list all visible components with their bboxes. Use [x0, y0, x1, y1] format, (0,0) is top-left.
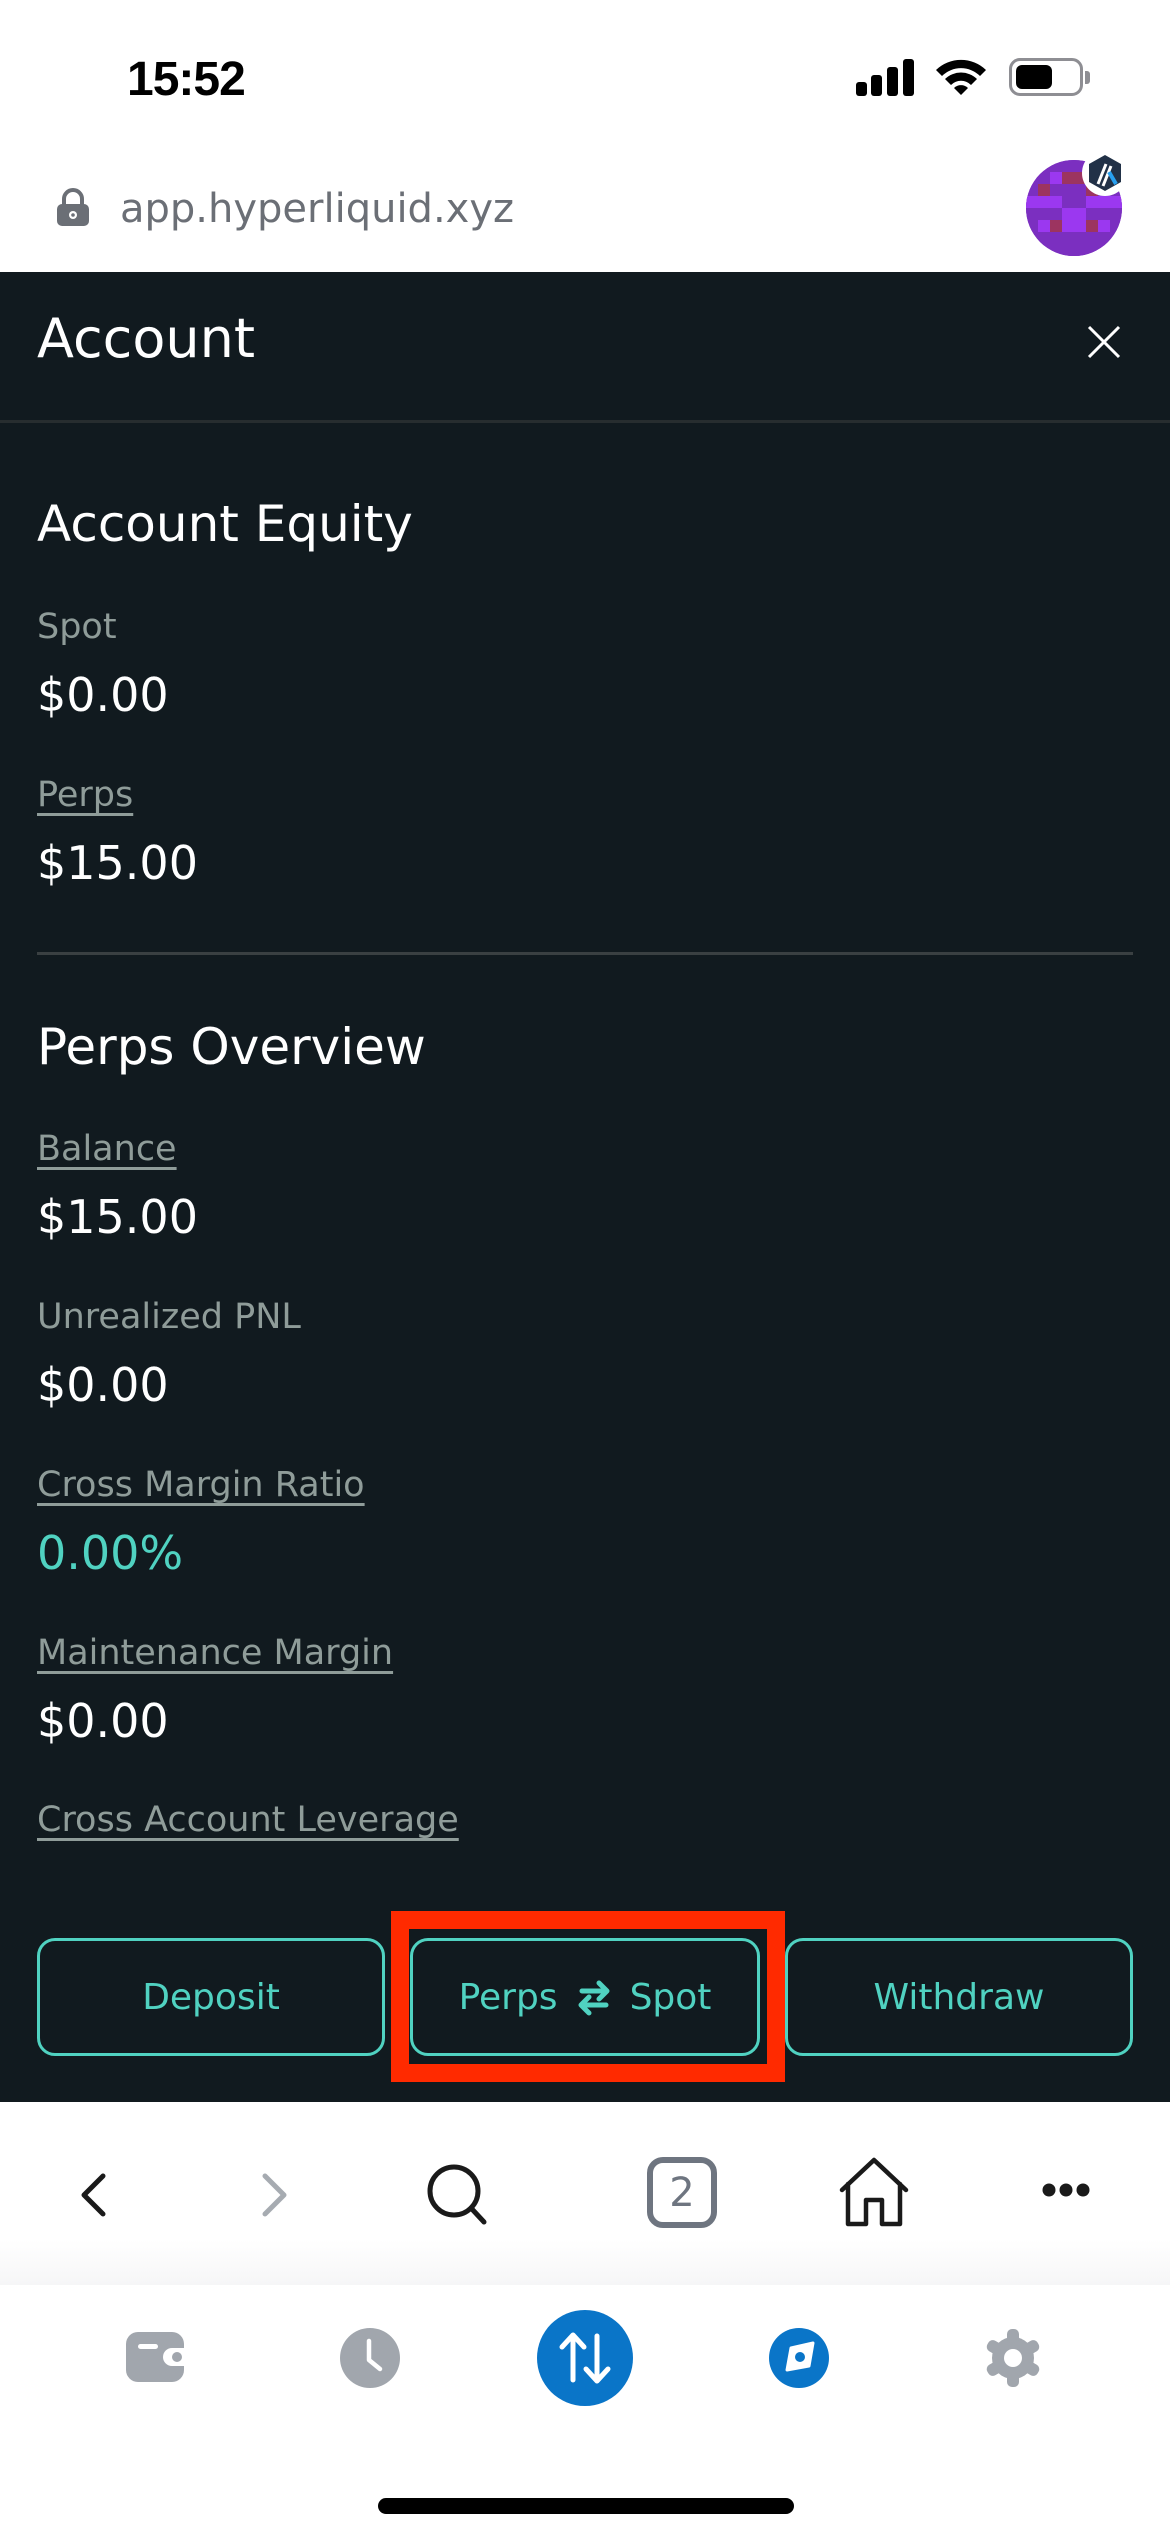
perps-equity-value: $15.00	[37, 836, 198, 890]
account-equity-title: Account Equity	[37, 495, 413, 553]
url-display[interactable]: app.hyperliquid.xyz	[120, 186, 514, 232]
signal-icon	[856, 59, 914, 96]
toolbar-shade	[0, 2240, 1170, 2285]
withdraw-label: Withdraw	[873, 1976, 1045, 2018]
search-icon[interactable]	[424, 2162, 490, 2228]
cross-account-leverage-value: 0.00x	[37, 1872, 167, 1877]
arbitrum-icon	[1089, 155, 1121, 191]
spot-equity-label: Spot	[37, 607, 117, 647]
spot-equity-value: $0.00	[37, 668, 169, 722]
scroll-clip: 0.00x	[0, 1870, 1170, 1877]
swap-vertical-icon[interactable]	[537, 2310, 633, 2406]
home-icon[interactable]	[838, 2156, 910, 2228]
withdraw-button[interactable]: Withdraw	[785, 1938, 1133, 2056]
unrealized-pnl-label: Unrealized PNL	[37, 1297, 301, 1337]
balance-value: $15.00	[37, 1190, 198, 1244]
cross-account-leverage-label[interactable]: Cross Account Leverage	[37, 1800, 459, 1840]
home-indicator[interactable]	[378, 2498, 794, 2514]
cross-margin-ratio-label[interactable]: Cross Margin Ratio	[37, 1465, 365, 1505]
maintenance-margin-label[interactable]: Maintenance Margin	[37, 1633, 393, 1673]
arbitrum-network-badge	[1082, 150, 1128, 196]
perps-equity-label[interactable]: Perps	[37, 775, 133, 815]
close-icon[interactable]	[1084, 322, 1124, 362]
more-dots-icon[interactable]	[1040, 2176, 1092, 2204]
battery-tip	[1085, 71, 1090, 84]
section-divider	[37, 952, 1133, 955]
chevron-left-icon[interactable]	[74, 2170, 116, 2220]
battery-fill	[1016, 65, 1052, 89]
battery-icon	[1009, 58, 1083, 96]
gear-icon[interactable]	[983, 2328, 1043, 2388]
header-divider	[0, 420, 1170, 423]
panel-title: Account	[37, 307, 256, 370]
lock-icon	[57, 188, 89, 226]
wifi-icon	[936, 59, 986, 95]
deposit-button[interactable]: Deposit	[37, 1938, 385, 2056]
cross-margin-ratio-value: 0.00%	[37, 1526, 184, 1580]
clock-icon[interactable]	[340, 2328, 400, 2388]
compass-icon[interactable]	[769, 2328, 829, 2388]
perps-overview-title: Perps Overview	[37, 1018, 426, 1076]
balance-label[interactable]: Balance	[37, 1129, 177, 1169]
tab-switcher-button[interactable]: 2	[647, 2157, 717, 2228]
wallet-icon[interactable]	[124, 2328, 188, 2386]
unrealized-pnl-value: $0.00	[37, 1358, 169, 1412]
chevron-right-icon[interactable]	[252, 2170, 294, 2220]
annotation-highlight-box	[391, 1911, 785, 2082]
maintenance-margin-value: $0.00	[37, 1694, 169, 1748]
status-time: 15:52	[127, 53, 246, 106]
deposit-label: Deposit	[142, 1976, 280, 2018]
